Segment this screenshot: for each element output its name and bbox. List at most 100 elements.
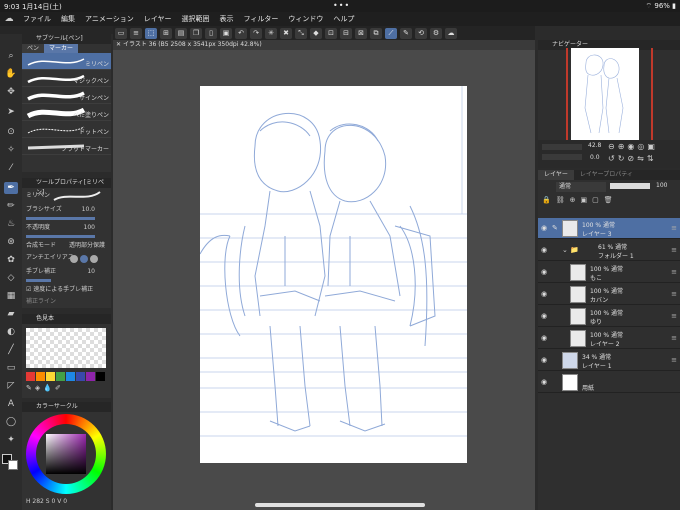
eraser-icon[interactable]: ◇ [4, 272, 18, 284]
color-swatch-red[interactable] [26, 372, 35, 381]
prop-correction-line[interactable]: 補正ライン [22, 296, 111, 308]
deselect-icon[interactable]: ⊠ [355, 27, 367, 39]
selection-icon[interactable]: ⬚ [145, 27, 157, 39]
fill-small-icon[interactable]: ◈ [35, 384, 40, 394]
layer-opacity-slider[interactable] [610, 183, 650, 189]
eye-icon[interactable]: ◉ [541, 378, 547, 386]
menu-selection[interactable]: 選択範囲 [177, 14, 215, 24]
color-swatch-indigo[interactable] [76, 372, 85, 381]
color-swatch-purple[interactable] [86, 372, 95, 381]
grid-icon[interactable]: ⊞ [160, 27, 172, 39]
blend-mode-select[interactable]: 通常 [556, 182, 606, 192]
undo-icon[interactable]: ↶ [235, 27, 247, 39]
eye-icon[interactable]: ◉ [541, 356, 547, 364]
layer-menu-icon[interactable]: ≡ [671, 356, 677, 364]
antialias-low-icon[interactable] [80, 255, 88, 263]
fill-bucket-icon[interactable]: ▰ [4, 308, 18, 320]
prop-blend-mode[interactable]: 合成モード 透明部分保護 [22, 240, 111, 252]
color-swatch-orange[interactable] [36, 372, 45, 381]
eye-icon[interactable]: ◉ [541, 268, 547, 276]
prop-stabilization[interactable]: 手ブレ補正 10 [22, 266, 111, 278]
layer-row-kaban[interactable]: ◉ 100 % 通常 カバン ≡ [538, 284, 680, 305]
cloud-icon[interactable]: ☁ [445, 27, 457, 39]
pen-small-icon[interactable]: ✎ [26, 384, 32, 394]
file-icon[interactable]: ▯ [205, 27, 217, 39]
layer-row-layer1[interactable]: ◉ 34 % 通常 レイヤー 1 ≡ [538, 350, 680, 371]
shape-icon[interactable]: ▭ [4, 362, 18, 374]
crop-icon[interactable]: ⊟ [340, 27, 352, 39]
multitask-dots[interactable]: ••• [333, 1, 350, 10]
rotate-icon[interactable]: ⟲ [415, 27, 427, 39]
brush-item-signpen[interactable]: サインペン [22, 87, 111, 104]
saturation-value-square[interactable] [46, 434, 86, 474]
color-swatch-blue[interactable] [66, 372, 75, 381]
trash-icon[interactable]: 🗑 [604, 196, 618, 204]
close-tab-icon[interactable]: ✕ [116, 41, 123, 48]
home-indicator[interactable] [255, 503, 425, 507]
tab-pen[interactable]: ペン [22, 44, 45, 53]
prop-antialias[interactable]: アンチエイリアス [22, 252, 111, 266]
rotate-buttons-icon[interactable]: ↺↻⊘⇋⇅ [608, 154, 657, 163]
menu-filter[interactable]: フィルター [239, 14, 284, 24]
ruler-icon[interactable]: ⟋ [385, 27, 397, 39]
transparent-swatch-area[interactable] [26, 328, 106, 368]
airbrush-icon[interactable]: ⊛ [4, 236, 18, 248]
ruler-tool-icon[interactable]: ◸ [4, 380, 18, 392]
new-layer-icon[interactable]: ▢ [592, 196, 604, 204]
transform-icon[interactable]: ⤡ [295, 27, 307, 39]
canvas-tab[interactable]: ✕ イラスト 36 (B5 2508 x 3541px 350dpi 42.8%… [113, 40, 535, 50]
window-toggle-icon[interactable]: ▭ [115, 27, 127, 39]
prop-brush-size[interactable]: ブラシサイズ 10.0 [22, 204, 111, 216]
copy-icon[interactable]: ❐ [190, 27, 202, 39]
brush-item-fillpen[interactable]: べた塗りペン [22, 104, 111, 121]
antialias-none-icon[interactable] [70, 255, 78, 263]
eye-icon[interactable]: ◉ [541, 290, 547, 298]
sub-color-swatch[interactable] [8, 460, 18, 470]
layer-menu-icon[interactable]: ≡ [671, 246, 677, 254]
antialias-mid-icon[interactable] [90, 255, 98, 263]
zoom-buttons-icon[interactable]: ⊖⊕◉◎▣ [608, 142, 658, 151]
gradient-icon[interactable]: ◐ [4, 326, 18, 338]
lock-icon[interactable]: 🔒 [542, 196, 556, 204]
tab-marker[interactable]: マーカー [44, 44, 79, 53]
layer-row-yuri[interactable]: ◉ 100 % 通常 ゆり ≡ [538, 306, 680, 327]
settings-icon[interactable]: ⚙ [430, 27, 442, 39]
layer-menu-icon[interactable]: ≡ [671, 290, 677, 298]
expand-icon[interactable]: ⊡ [325, 27, 337, 39]
tab-layer-property[interactable]: レイヤープロパティ [574, 170, 639, 180]
layer-row-paper[interactable]: ◉ 用紙 [538, 372, 680, 393]
layer-menu-icon[interactable]: ≡ [671, 224, 677, 232]
eye-icon[interactable]: ◉ [541, 224, 547, 232]
layer-menu-icon[interactable]: ≡ [671, 268, 677, 276]
object-icon[interactable]: ➤ [4, 106, 18, 118]
menu-view[interactable]: 表示 [215, 14, 239, 24]
folder-expand-icon[interactable]: ⌄ 📁 [562, 246, 579, 254]
save-icon[interactable]: ▣ [220, 27, 232, 39]
menu-edit[interactable]: 編集 [56, 14, 80, 24]
eye-icon[interactable]: ◉ [541, 334, 547, 342]
color-swatch-yellow[interactable] [46, 372, 55, 381]
menu-layer[interactable]: レイヤー [139, 14, 177, 24]
decoration-icon[interactable]: ✿ [4, 254, 18, 266]
brush-icon[interactable]: ♨ [4, 218, 18, 230]
invert-icon[interactable]: ⧉ [370, 27, 382, 39]
menu-window[interactable]: ウィンドウ [283, 14, 328, 24]
layer-menu-icon[interactable]: ≡ [671, 312, 677, 320]
redo-icon[interactable]: ↷ [250, 27, 262, 39]
brush-small-icon[interactable]: ✐ [55, 384, 61, 394]
brush-item-dotpen[interactable]: ドットペン [22, 121, 111, 138]
eye-icon[interactable]: ◉ [541, 246, 547, 254]
lasso-icon[interactable]: ⊙ [4, 126, 18, 138]
color-swatch-green[interactable] [56, 372, 65, 381]
menu-list-icon[interactable]: ≡ [130, 27, 142, 39]
correction-icon[interactable]: ✦ [4, 434, 18, 446]
rotate-slider[interactable] [542, 154, 582, 160]
line-icon[interactable]: ╱ [4, 344, 18, 356]
eye-icon[interactable]: ◉ [541, 312, 547, 320]
layer-row-layer2[interactable]: ◉ 100 % 通常 レイヤー 2 ≡ [538, 328, 680, 349]
layer-row-moko[interactable]: ◉ 100 % 通常 もこ ≡ [538, 262, 680, 283]
layer-menu-icon[interactable]: ≡ [671, 334, 677, 342]
brush-item-millipen[interactable]: ミリペン [22, 53, 111, 70]
tab-layer[interactable]: レイヤー [538, 170, 574, 180]
move-icon[interactable]: ✥ [4, 86, 18, 98]
